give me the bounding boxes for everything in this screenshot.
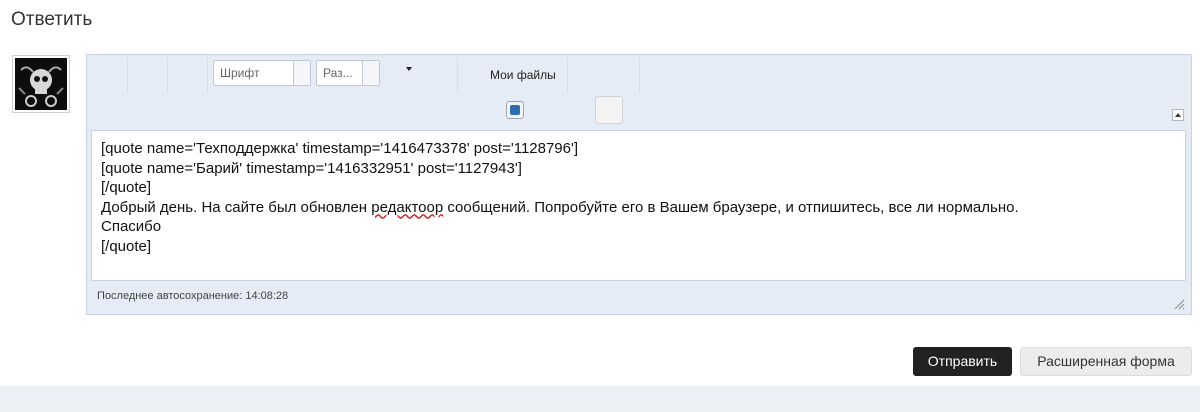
extended-form-button[interactable]: Расширенная форма (1020, 347, 1192, 376)
message-textarea[interactable]: [quote name='Техподдержка' timestamp='14… (91, 130, 1186, 281)
my-files-button[interactable]: Мои файлы (490, 68, 556, 82)
text-line: Спасибо (101, 218, 162, 235)
page-title: Ответить (11, 9, 93, 30)
font-select[interactable]: Шрифт (213, 60, 311, 86)
avatar (12, 55, 70, 113)
footer-strip (0, 386, 1200, 412)
size-select-dropdown-button[interactable] (362, 61, 379, 85)
text-line: Добрый день. На сайте был обновлен (101, 198, 372, 216)
resize-grip-icon[interactable] (1173, 298, 1185, 310)
size-select[interactable]: Раз... (316, 60, 380, 86)
font-select-dropdown-button[interactable] (293, 61, 310, 85)
font-select-value: Шрифт (220, 66, 260, 80)
submit-button[interactable]: Отправить (913, 347, 1012, 376)
avatar-skull-image (15, 58, 67, 110)
text-line: [/quote] (101, 237, 152, 255)
toolbar-separator (207, 58, 208, 92)
twitter-icon[interactable] (506, 101, 524, 119)
toolbar-blank-button[interactable] (595, 96, 623, 124)
chevron-down-icon[interactable] (406, 67, 412, 71)
misspelled-word: редактоор (371, 198, 444, 216)
autosave-status: Последнее автосохранение: 14:08:28 (97, 290, 289, 302)
text-line: [quote name='Техподдержка' timestamp='14… (101, 140, 579, 157)
size-select-value: Раз... (323, 66, 353, 80)
toolbar-separator (457, 58, 458, 92)
text-line: [quote name='Барий' timestamp='141633295… (101, 159, 522, 177)
toolbar-separator (567, 58, 568, 92)
toolbar-separator (167, 58, 168, 92)
toolbar-separator (127, 58, 128, 92)
reply-editor: Шрифт Раз... Мои файлы [quote name='Техп… (86, 54, 1192, 315)
toolbar-separator (639, 58, 640, 92)
text-line: [/quote] (101, 179, 152, 196)
text-line: сообщений. Попробуйте его в Вашем браузе… (443, 198, 1019, 216)
editor-toolbar: Шрифт Раз... Мои файлы (87, 55, 1191, 95)
collapse-toggle-icon[interactable] (1172, 109, 1184, 121)
editor-toolbar-row-2 (87, 95, 1191, 127)
